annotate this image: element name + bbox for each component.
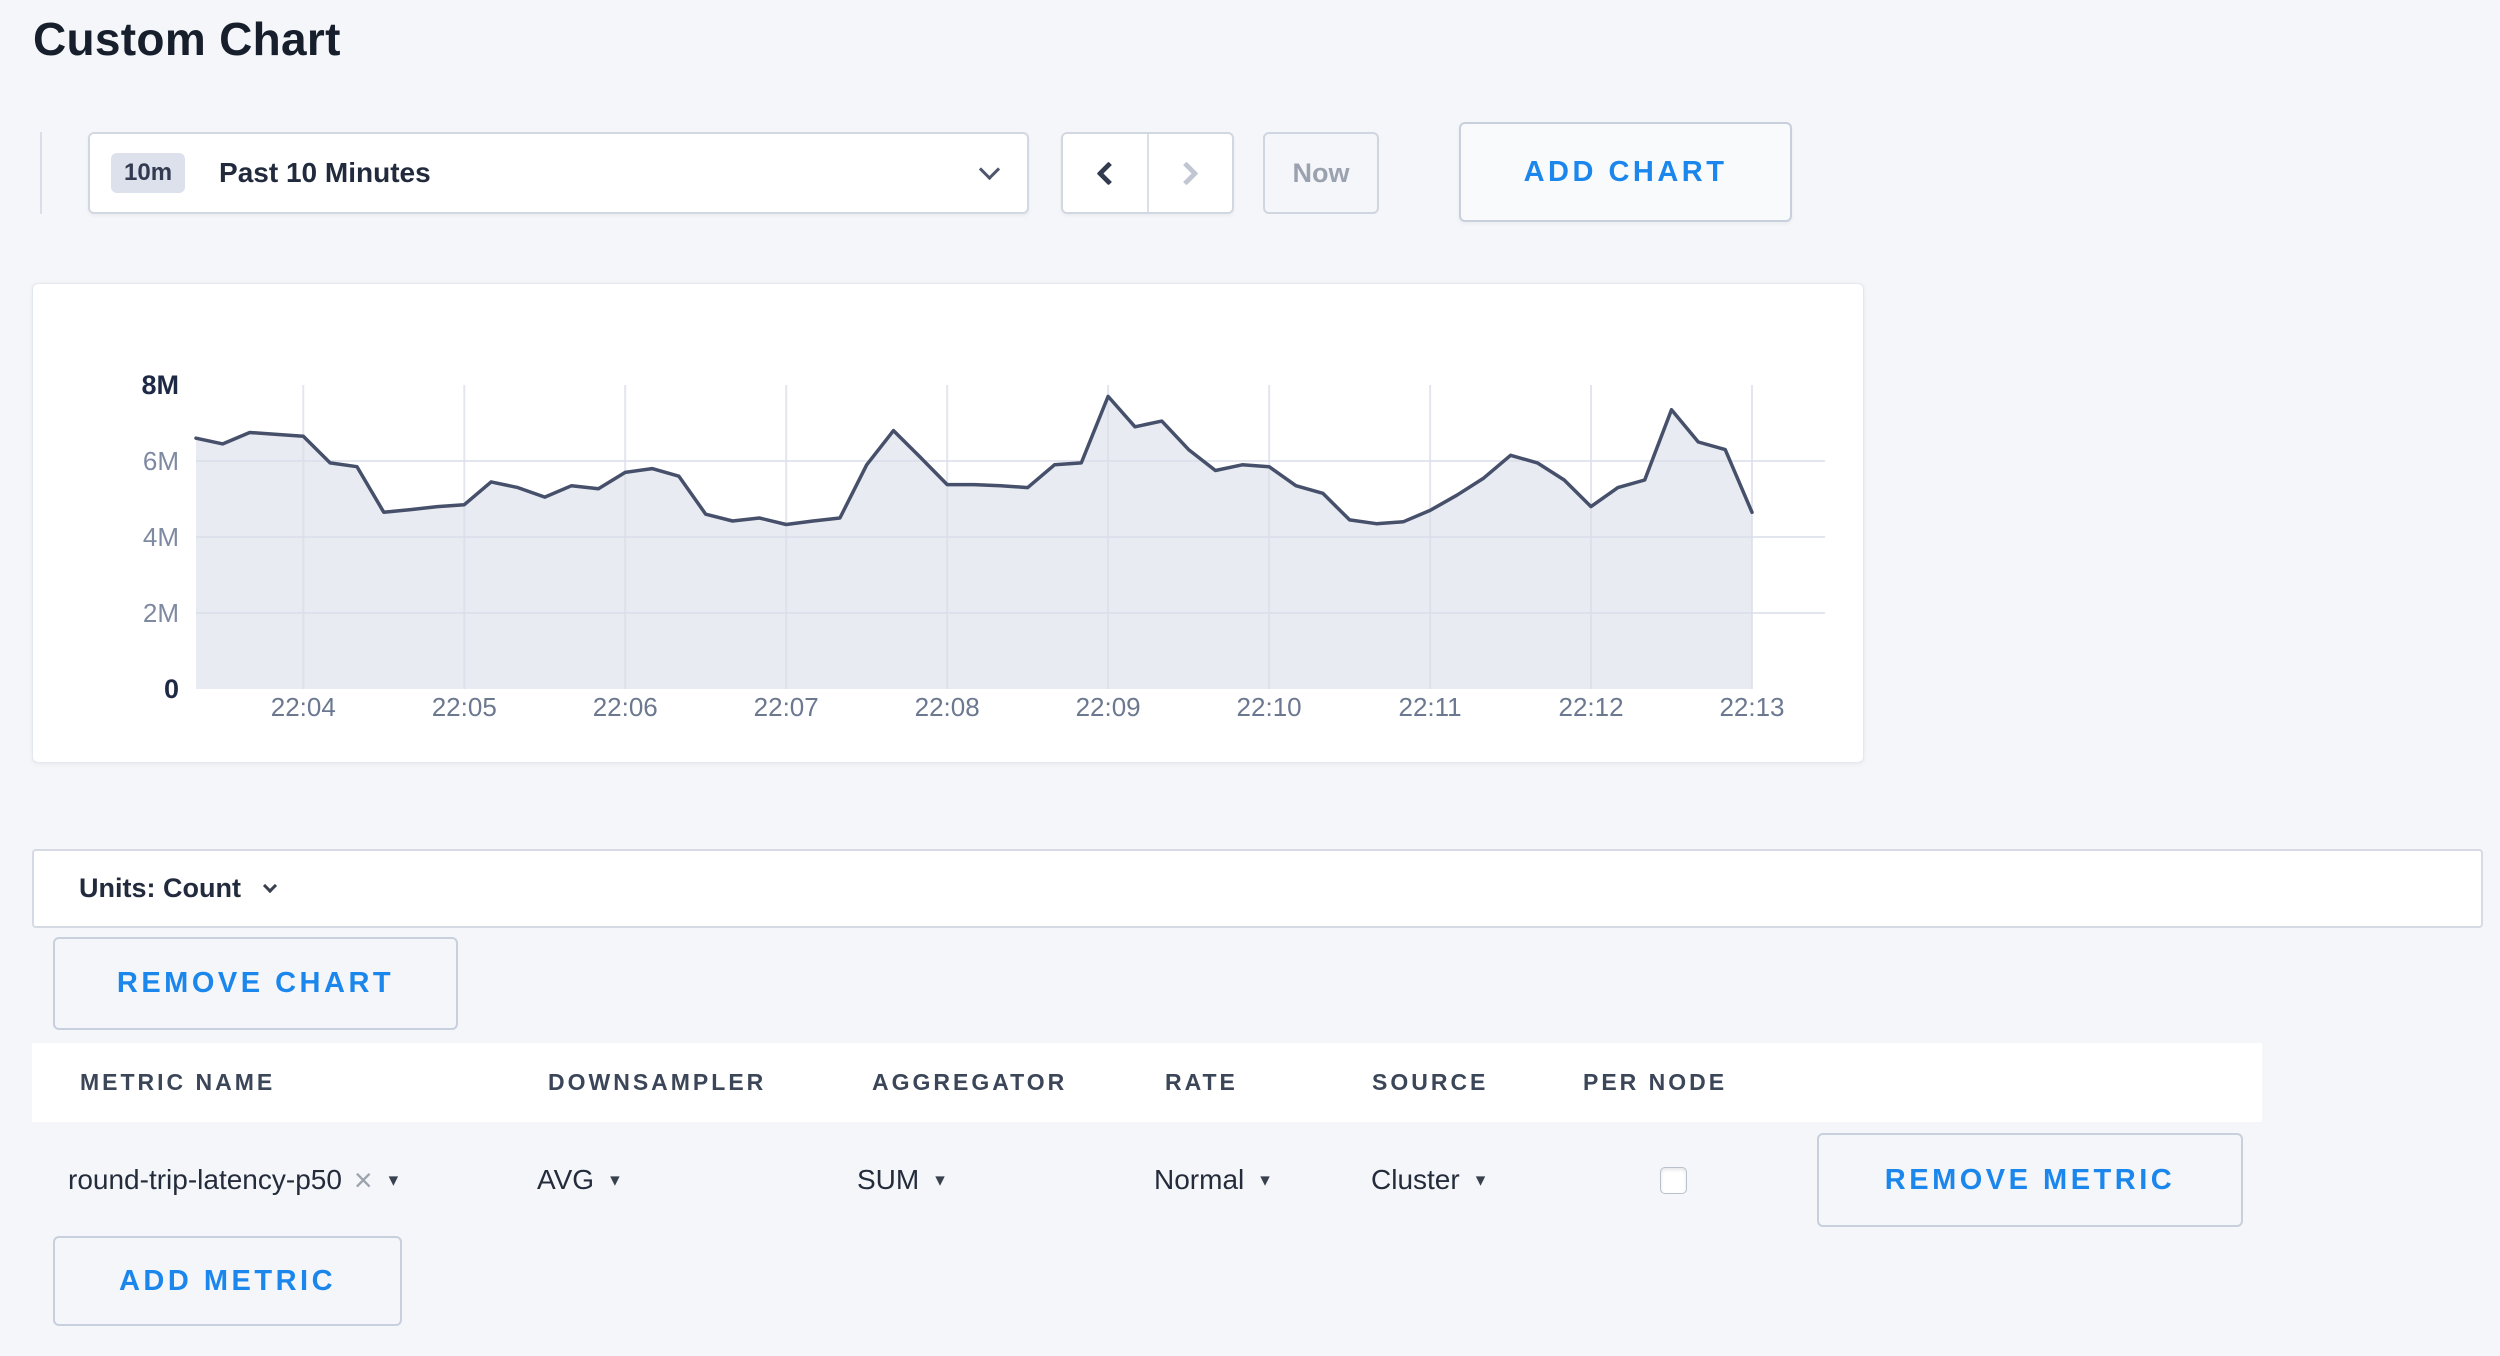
units-dropdown[interactable]: Units: Count bbox=[32, 849, 2483, 928]
aggregator-dropdown[interactable]: SUM ▾ bbox=[857, 1155, 945, 1205]
y-axis-tick-label: 6M bbox=[33, 444, 179, 478]
x-axis-tick-label: 22:10 bbox=[1209, 692, 1329, 723]
caret-down-icon: ▾ bbox=[935, 1169, 945, 1192]
x-axis-tick-label: 22:08 bbox=[887, 692, 1007, 723]
rate-value: Normal bbox=[1154, 1164, 1244, 1196]
x-axis-tick-label: 22:04 bbox=[243, 692, 363, 723]
time-window-badge: 10m bbox=[111, 153, 185, 193]
chevron-left-icon bbox=[1096, 161, 1120, 185]
column-header-metric-name: METRIC NAME bbox=[80, 1043, 275, 1122]
y-axis-tick-label: 0 bbox=[33, 672, 179, 706]
metric-name-value: round-trip-latency-p50 bbox=[68, 1164, 342, 1196]
x-axis-tick-label: 22:07 bbox=[726, 692, 846, 723]
time-range-label: Past 10 Minutes bbox=[219, 157, 982, 189]
rate-dropdown[interactable]: Normal ▾ bbox=[1154, 1155, 1270, 1205]
source-dropdown[interactable]: Cluster ▾ bbox=[1371, 1155, 1485, 1205]
previous-timespan-button[interactable] bbox=[1063, 134, 1147, 212]
toolbar-divider bbox=[40, 132, 42, 214]
caret-down-icon: ▾ bbox=[1260, 1169, 1270, 1192]
x-axis-tick-label: 22:13 bbox=[1692, 692, 1812, 723]
x-axis-tick-label: 22:06 bbox=[565, 692, 685, 723]
y-axis-tick-label: 8M bbox=[33, 368, 179, 402]
aggregator-value: SUM bbox=[857, 1164, 919, 1196]
time-pager bbox=[1061, 132, 1234, 214]
add-chart-button[interactable]: ADD CHART bbox=[1459, 122, 1792, 222]
x-axis-tick-label: 22:12 bbox=[1531, 692, 1651, 723]
now-button[interactable]: Now bbox=[1263, 132, 1379, 214]
x-axis-tick-label: 22:05 bbox=[404, 692, 524, 723]
column-header-rate: RATE bbox=[1165, 1043, 1238, 1122]
next-timespan-button[interactable] bbox=[1147, 134, 1233, 212]
chevron-right-icon bbox=[1175, 161, 1199, 185]
column-header-aggregator: AGGREGATOR bbox=[872, 1043, 1067, 1122]
clear-metric-icon[interactable]: × bbox=[354, 1164, 373, 1196]
metrics-chart: 0 2M 4M 6M 8M 22:04 22:05 22:06 22:07 22:08 22:09 2… bbox=[32, 283, 1864, 763]
y-axis-tick-label: 2M bbox=[33, 596, 179, 630]
x-axis-tick-label: 22:11 bbox=[1370, 692, 1490, 723]
time-range-dropdown[interactable]: 10m Past 10 Minutes bbox=[88, 132, 1029, 214]
source-value: Cluster bbox=[1371, 1164, 1460, 1196]
remove-metric-button[interactable]: REMOVE METRIC bbox=[1817, 1133, 2243, 1227]
remove-chart-button[interactable]: REMOVE CHART bbox=[53, 937, 458, 1030]
downsampler-dropdown[interactable]: AVG ▾ bbox=[537, 1155, 620, 1205]
units-label: Units: Count bbox=[79, 873, 241, 904]
add-metric-button[interactable]: ADD METRIC bbox=[53, 1236, 402, 1326]
column-header-source: SOURCE bbox=[1372, 1043, 1488, 1122]
column-header-per-node: PER NODE bbox=[1583, 1043, 1727, 1122]
chevron-down-icon bbox=[263, 879, 277, 893]
caret-down-icon: ▾ bbox=[1476, 1169, 1486, 1192]
page-title: Custom Chart bbox=[33, 12, 341, 66]
metric-name-dropdown[interactable]: round-trip-latency-p50 × ▾ bbox=[68, 1155, 398, 1205]
x-axis-tick-label: 22:09 bbox=[1048, 692, 1168, 723]
caret-down-icon: ▾ bbox=[610, 1169, 620, 1192]
caret-down-icon: ▾ bbox=[389, 1169, 399, 1192]
metrics-table-header: METRIC NAME DOWNSAMPLER AGGREGATOR RATE … bbox=[32, 1043, 2262, 1122]
per-node-checkbox[interactable] bbox=[1660, 1167, 1687, 1194]
chevron-down-icon bbox=[979, 159, 1000, 180]
y-axis-tick-label: 4M bbox=[33, 520, 179, 554]
downsampler-value: AVG bbox=[537, 1164, 594, 1196]
column-header-downsampler: DOWNSAMPLER bbox=[548, 1043, 766, 1122]
